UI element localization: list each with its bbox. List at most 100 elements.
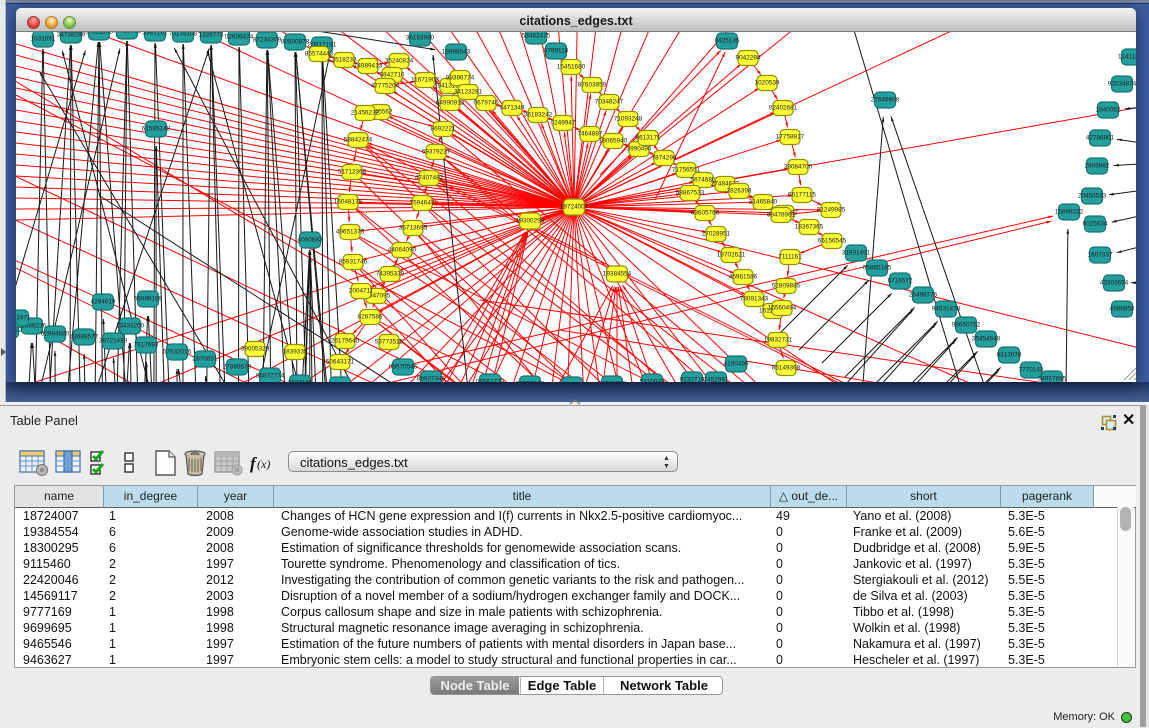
svg-text:28498776: 28498776 [909, 292, 938, 299]
svg-text:06562729: 06562729 [476, 379, 505, 382]
svg-text:58842474: 58842474 [344, 137, 373, 144]
svg-text:2805982: 2805982 [1085, 163, 1110, 170]
svg-text:8425135: 8425135 [715, 38, 740, 45]
svg-text:80500978: 80500978 [281, 39, 310, 46]
svg-text:7917693: 7917693 [134, 342, 159, 349]
svg-text:0799118: 0799118 [544, 48, 569, 55]
svg-text:19300293: 19300293 [516, 218, 545, 225]
svg-text:12411824: 12411824 [1118, 54, 1136, 61]
svg-text:8313678: 8313678 [997, 352, 1022, 359]
svg-text:1031051: 1031051 [31, 36, 56, 43]
svg-text:44064090: 44064090 [388, 247, 417, 254]
svg-text:85931746: 85931746 [339, 259, 368, 266]
svg-text:55698169: 55698169 [134, 296, 163, 303]
svg-text:99650752: 99650752 [952, 322, 981, 329]
svg-text:7874296: 7874296 [652, 155, 677, 162]
svg-text:4060883: 4060883 [298, 237, 323, 244]
svg-text:43303654: 43303654 [1100, 280, 1129, 287]
svg-text:16560494: 16560494 [768, 305, 797, 312]
svg-text:3990490: 3990490 [627, 146, 652, 153]
svg-text:52809885: 52809885 [772, 283, 801, 290]
svg-text:9232719: 9232719 [680, 377, 705, 382]
svg-text:67010651: 67010651 [113, 32, 142, 35]
svg-text:67632016: 67632016 [163, 349, 192, 356]
svg-text:26179640: 26179640 [331, 338, 360, 345]
svg-text:85574443: 85574443 [305, 51, 334, 58]
svg-text:6025634: 6025634 [1083, 221, 1108, 228]
svg-text:4873471: 4873471 [16, 315, 31, 322]
svg-text:64641708: 64641708 [598, 381, 627, 382]
svg-text:11671902: 11671902 [411, 77, 439, 84]
svg-text:43699577: 43699577 [70, 334, 99, 341]
svg-text:88937346: 88937346 [417, 376, 446, 382]
svg-text:73178108: 73178108 [169, 32, 198, 38]
svg-text:4294019: 4294019 [91, 299, 116, 306]
svg-text:39005329: 39005329 [241, 346, 270, 353]
svg-text:66156545: 66156545 [818, 238, 847, 245]
svg-text:38721489: 38721489 [99, 338, 128, 345]
svg-text:17758917: 17758917 [776, 134, 805, 141]
svg-text:4586850: 4586850 [1110, 306, 1135, 313]
svg-text:87234309: 87234309 [253, 37, 282, 44]
svg-text:5310033: 5310033 [640, 379, 665, 382]
svg-text:3623166: 3623166 [288, 380, 313, 382]
svg-text:09670546: 09670546 [389, 364, 418, 371]
svg-text:50643171: 50643171 [326, 359, 355, 366]
svg-text:53773515: 53773515 [375, 339, 404, 346]
svg-text:42786801: 42786801 [1086, 135, 1115, 142]
svg-text:62994680: 62994680 [41, 331, 70, 338]
svg-text:27849808: 27849808 [871, 97, 900, 104]
svg-text:15869232: 15869232 [1055, 209, 1084, 216]
svg-text:0842710: 0842710 [380, 72, 405, 79]
svg-text:4471349: 4471349 [500, 105, 525, 112]
svg-text:47407482: 47407482 [415, 175, 444, 182]
svg-text:94531473: 94531473 [932, 306, 961, 313]
svg-text:36713695: 36713695 [399, 225, 428, 232]
svg-text:64990913: 64990913 [436, 100, 465, 107]
svg-text:8692221: 8692221 [431, 126, 456, 133]
svg-text:71093248: 71093248 [614, 116, 643, 123]
svg-text:27028951: 27028951 [702, 231, 731, 238]
svg-text:70348247: 70348247 [595, 99, 624, 106]
svg-text:18367365: 18367365 [795, 224, 824, 231]
svg-text:3387262: 3387262 [143, 32, 168, 37]
svg-text:06990162: 06990162 [516, 381, 545, 382]
svg-text:35454948: 35454948 [972, 336, 1001, 343]
svg-text:2004711: 2004711 [349, 288, 374, 295]
svg-text:61595148: 61595148 [142, 126, 171, 133]
svg-text:66177115: 66177115 [788, 192, 816, 199]
svg-text:05865185: 05865185 [863, 265, 892, 272]
svg-text:1607337: 1607337 [1088, 252, 1113, 259]
svg-text:7464887: 7464887 [578, 131, 603, 138]
svg-text:13433200: 13433200 [116, 323, 145, 330]
svg-text:21465840: 21465840 [749, 199, 778, 206]
svg-text:74989413: 74989413 [354, 63, 383, 70]
svg-text:58867533: 58867533 [676, 190, 705, 197]
svg-text:86872774: 86872774 [256, 373, 285, 380]
svg-text:16048175: 16048175 [334, 199, 363, 206]
svg-text:98478961: 98478961 [767, 212, 796, 219]
svg-text:99386774: 99386774 [446, 75, 475, 82]
svg-text:34957885: 34957885 [1038, 376, 1067, 382]
svg-text:8613171: 8613171 [636, 135, 661, 142]
svg-text:78091343: 78091343 [740, 296, 769, 303]
svg-text:1326773: 1326773 [199, 32, 224, 39]
svg-text:87603859: 87603859 [578, 82, 607, 89]
svg-text:21456232: 21456232 [351, 110, 380, 117]
svg-text:53462475: 53462475 [522, 33, 551, 40]
svg-text:63605766: 63605766 [691, 210, 720, 217]
svg-text:18724007: 18724007 [560, 204, 589, 211]
svg-text:4190496: 4190496 [724, 361, 749, 368]
svg-text:1839335: 1839335 [283, 349, 308, 356]
svg-text:36193990: 36193990 [406, 35, 435, 42]
svg-text:34123281: 34123281 [454, 89, 483, 96]
svg-text:1020539: 1020539 [755, 80, 780, 87]
svg-text:(x): (x) [257, 457, 270, 471]
svg-text:7594647: 7594647 [410, 200, 435, 207]
svg-text:45961586: 45961586 [729, 274, 758, 281]
svg-text:31931491: 31931491 [842, 250, 871, 257]
svg-text:37631165: 37631165 [85, 32, 113, 36]
svg-text:7826398: 7826398 [727, 188, 752, 195]
svg-text:21249985: 21249985 [817, 207, 846, 214]
svg-text:7111161: 7111161 [778, 254, 802, 261]
